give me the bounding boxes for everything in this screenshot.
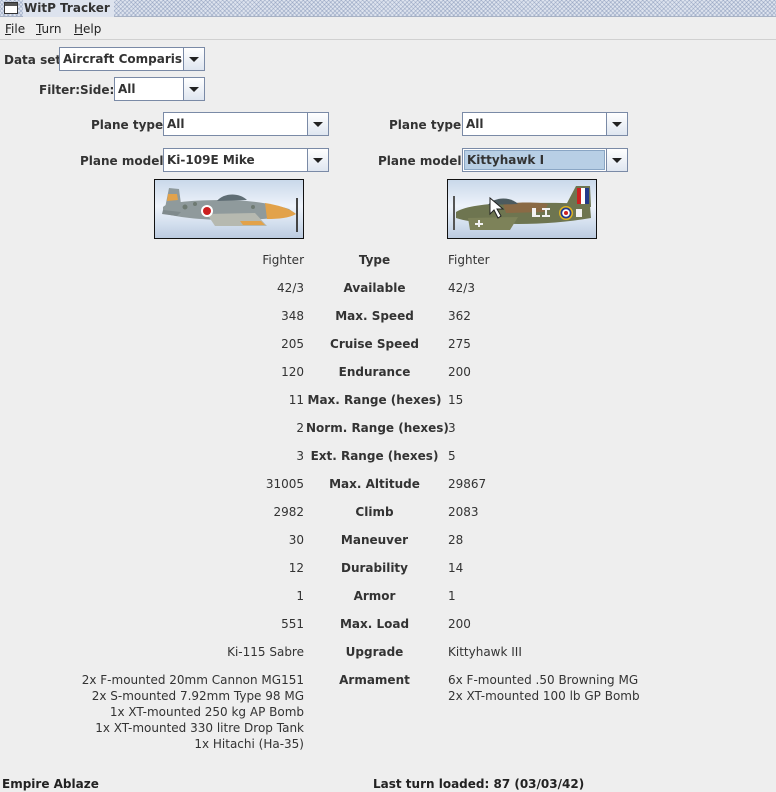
left-upgrade-value: Ki-115 Sabre [227,645,304,659]
left-endurance-value: 120 [281,365,304,379]
row-label-available: Available [343,281,406,295]
row-label-max-altitude: Max. Altitude [329,477,420,491]
row-label-type: Type [358,253,391,267]
left-plane-model-dropdown-button[interactable] [307,149,328,171]
right-maneuver-value: 28 [448,533,464,547]
right-upgrade-value: Kittyhawk III [448,645,522,659]
left-max-load-value: 551 [281,617,304,631]
filter-label: Filter: [39,83,81,97]
left-max-range-value: 11 [288,393,304,407]
menu-bar: File Turn Help [0,18,776,40]
right-plane-model-label: Plane model: [378,154,467,168]
left-armor-value: 1 [296,589,304,603]
dataset-value: Aircraft Comparison [63,52,182,66]
right-max-range-value: 15 [448,393,464,407]
right-ext-range-value: 5 [448,449,456,463]
right-type-value: Fighter [448,253,490,267]
menu-help[interactable]: Help [74,22,101,37]
list-item: 2x S-mounted 7.92mm Type 98 MG [91,689,304,703]
window-icon[interactable] [4,2,18,14]
left-max-altitude-value: 31005 [265,477,304,491]
list-item: 1x Hitachi (Ha-35) [194,737,304,751]
left-cruise-speed-value: 205 [281,337,304,351]
row-label-maneuver: Maneuver [340,533,409,547]
right-max-load-value: 200 [448,617,471,631]
right-norm-range-value: 3 [448,421,456,435]
dataset-combo[interactable]: Aircraft Comparison [59,47,205,71]
left-plane-model-value: Ki-109E Mike [167,153,255,167]
list-item: 2x F-mounted 20mm Cannon MG151 [81,673,304,687]
list-item: 1x XT-mounted 330 litre Drop Tank [95,721,304,735]
row-label-climb: Climb [355,505,394,519]
right-cruise-speed-value: 275 [448,337,471,351]
window-title: WitP Tracker [23,0,114,17]
list-item: 6x F-mounted .50 Browning MG [448,673,639,687]
list-item: 2x XT-mounted 100 lb GP Bomb [448,689,640,703]
right-available-value: 42/3 [448,281,475,295]
row-label-max-range: Max. Range (hexes) [307,393,442,407]
right-armor-value: 1 [448,589,456,603]
row-label-cruise-speed: Cruise Speed [330,337,419,351]
left-max-speed-value: 348 [281,309,304,323]
left-plane-model-label: Plane model: [80,154,169,168]
row-label-armament: Armament [339,673,410,687]
dataset-dropdown-button[interactable] [183,48,204,70]
right-max-speed-value: 362 [448,309,471,323]
right-plane-type-value: All [466,117,484,131]
row-label-armor: Armor [353,589,396,603]
right-plane-type-dropdown-button[interactable] [606,113,627,135]
right-durability-value: 14 [448,561,464,575]
dataset-label: Data set: [4,53,66,67]
left-plane-type-value: All [167,117,185,131]
row-label-durability: Durability [340,561,408,575]
last-turn-status: Last turn loaded: 87 (03/03/42) [373,777,585,791]
p40-aircraft-image [447,179,597,239]
right-plane-model-combo[interactable]: Kittyhawk I [462,148,628,172]
row-label-max-load: Max. Load [339,617,410,631]
side-dropdown-button[interactable] [183,78,204,100]
menu-file[interactable]: File [5,22,25,37]
side-label: Side: [80,83,115,97]
bf109-aircraft-image [154,179,304,239]
left-plane-type-dropdown-button[interactable] [307,113,328,135]
scenario-name: Empire Ablaze [2,777,99,791]
left-norm-range-value: 2 [296,421,304,435]
row-label-max-speed: Max. Speed [335,309,414,323]
left-plane-type-combo[interactable]: All [163,112,329,136]
row-label-norm-range: Norm. Range (hexes) [306,421,449,435]
row-label-ext-range: Ext. Range (hexes) [310,449,439,463]
title-bar: WitP Tracker [0,0,776,17]
right-plane-model-dropdown-button[interactable] [606,149,627,171]
left-ext-range-value: 3 [296,449,304,463]
list-item: 1x XT-mounted 250 kg AP Bomb [109,705,304,719]
left-plane-type-label: Plane type: [91,118,168,132]
right-plane-type-combo[interactable]: All [462,112,628,136]
row-label-upgrade: Upgrade [345,645,404,659]
left-durability-value: 12 [288,561,304,575]
right-plane-type-label: Plane type: [389,118,466,132]
side-combo[interactable]: All [114,77,205,101]
right-endurance-value: 200 [448,365,471,379]
side-value: All [118,82,136,96]
menu-turn[interactable]: Turn [36,22,61,37]
left-climb-value: 2982 [273,505,304,519]
row-label-endurance: Endurance [338,365,411,379]
left-armament-list: 2x F-mounted 20mm Cannon MG151 2x S-moun… [82,672,304,752]
right-climb-value: 2083 [448,505,479,519]
right-max-altitude-value: 29867 [448,477,487,491]
left-type-value: Fighter [262,253,304,267]
right-plane-model-value: Kittyhawk I [464,150,605,170]
left-maneuver-value: 30 [288,533,304,547]
left-available-value: 42/3 [277,281,304,295]
right-armament-list: 6x F-mounted .50 Browning MG 2x XT-mount… [448,672,640,704]
left-plane-model-combo[interactable]: Ki-109E Mike [163,148,329,172]
